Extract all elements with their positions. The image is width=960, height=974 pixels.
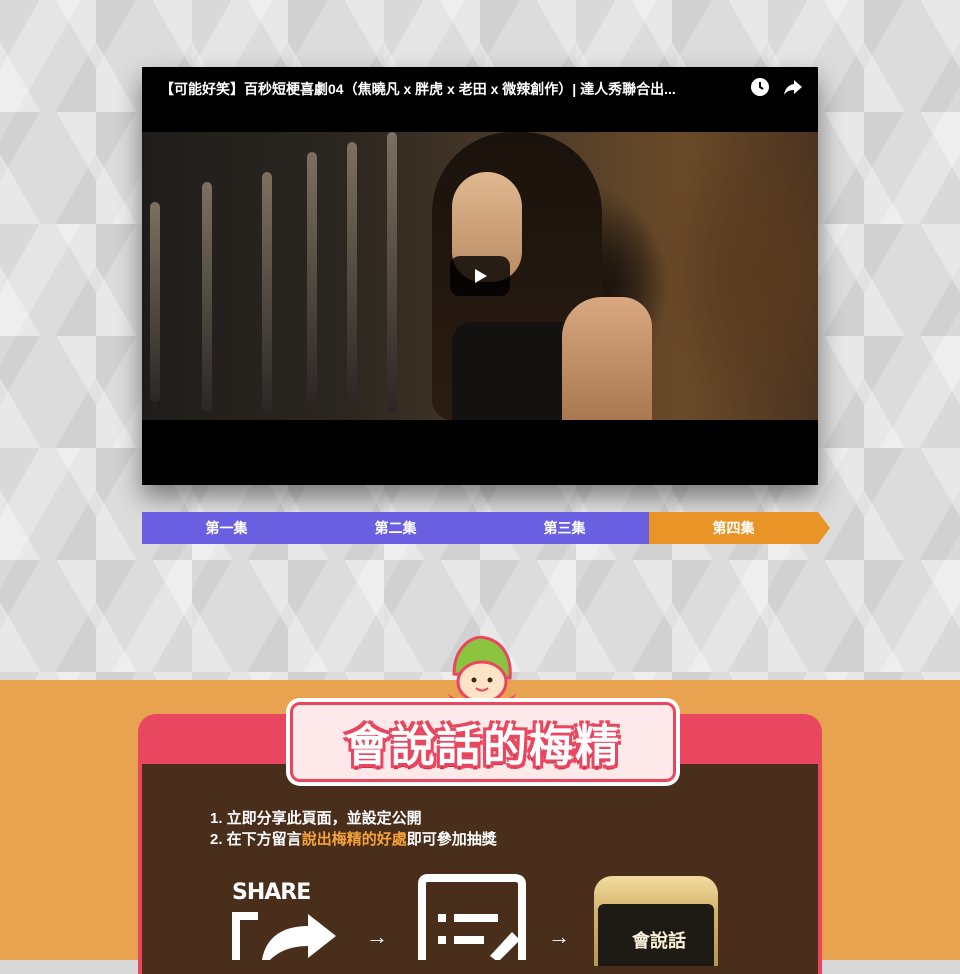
promo-rules: 1. 立即分享此頁面，並設定公開 2. 在下方留言說出梅精的好處即可參加抽獎 <box>210 808 497 850</box>
hookah-decor <box>262 172 272 412</box>
rule-2-suffix: 即可參加抽獎 <box>406 831 497 848</box>
tab-episode-1[interactable]: 第一集 <box>142 512 311 544</box>
hookah-decor <box>202 182 212 412</box>
rule-2-prefix: 2. 在下方留言 <box>210 831 302 848</box>
video-player[interactable]: 【可能好笑】百秒短梗喜劇04（焦曉凡 x 胖虎 x 老田 x 微辣創作）| 達人… <box>142 67 818 485</box>
share-icon <box>232 912 336 960</box>
tab-episode-3[interactable]: 第三集 <box>480 512 649 544</box>
step-arrow-icon: → <box>366 924 388 949</box>
tab-episode-2[interactable]: 第二集 <box>311 512 480 544</box>
clock-icon[interactable] <box>750 77 770 97</box>
video-toolbar <box>750 77 804 97</box>
share-arrow-icon[interactable] <box>782 77 804 97</box>
promo-banner: 會說話的梅精 <box>290 702 676 782</box>
hookah-decor <box>387 132 397 412</box>
rule-2: 2. 在下方留言說出梅精的好處即可參加抽獎 <box>210 829 497 850</box>
rule-2-highlight: 說出梅精的好處 <box>301 831 407 848</box>
hookah-decor <box>150 202 160 402</box>
hookah-decor <box>307 152 317 402</box>
hookah-decor <box>347 142 357 402</box>
step-arrow-icon: → <box>548 924 570 949</box>
promo-banner-title: 會說話的梅精 <box>345 721 621 772</box>
video-title[interactable]: 【可能好笑】百秒短梗喜劇04（焦曉凡 x 胖虎 x 老田 x 微辣創作）| 達人… <box>160 79 740 99</box>
comment-icon <box>418 874 526 960</box>
play-button[interactable] <box>450 256 510 296</box>
rule-1: 1. 立即分享此頁面，並設定公開 <box>210 810 422 827</box>
episode-tabs: 第一集 第二集 第三集 第四集 <box>142 512 830 544</box>
product-jar-label: 會說話 <box>632 931 686 952</box>
play-icon <box>475 269 487 283</box>
tab-episode-4[interactable]: 第四集 <box>649 512 830 544</box>
